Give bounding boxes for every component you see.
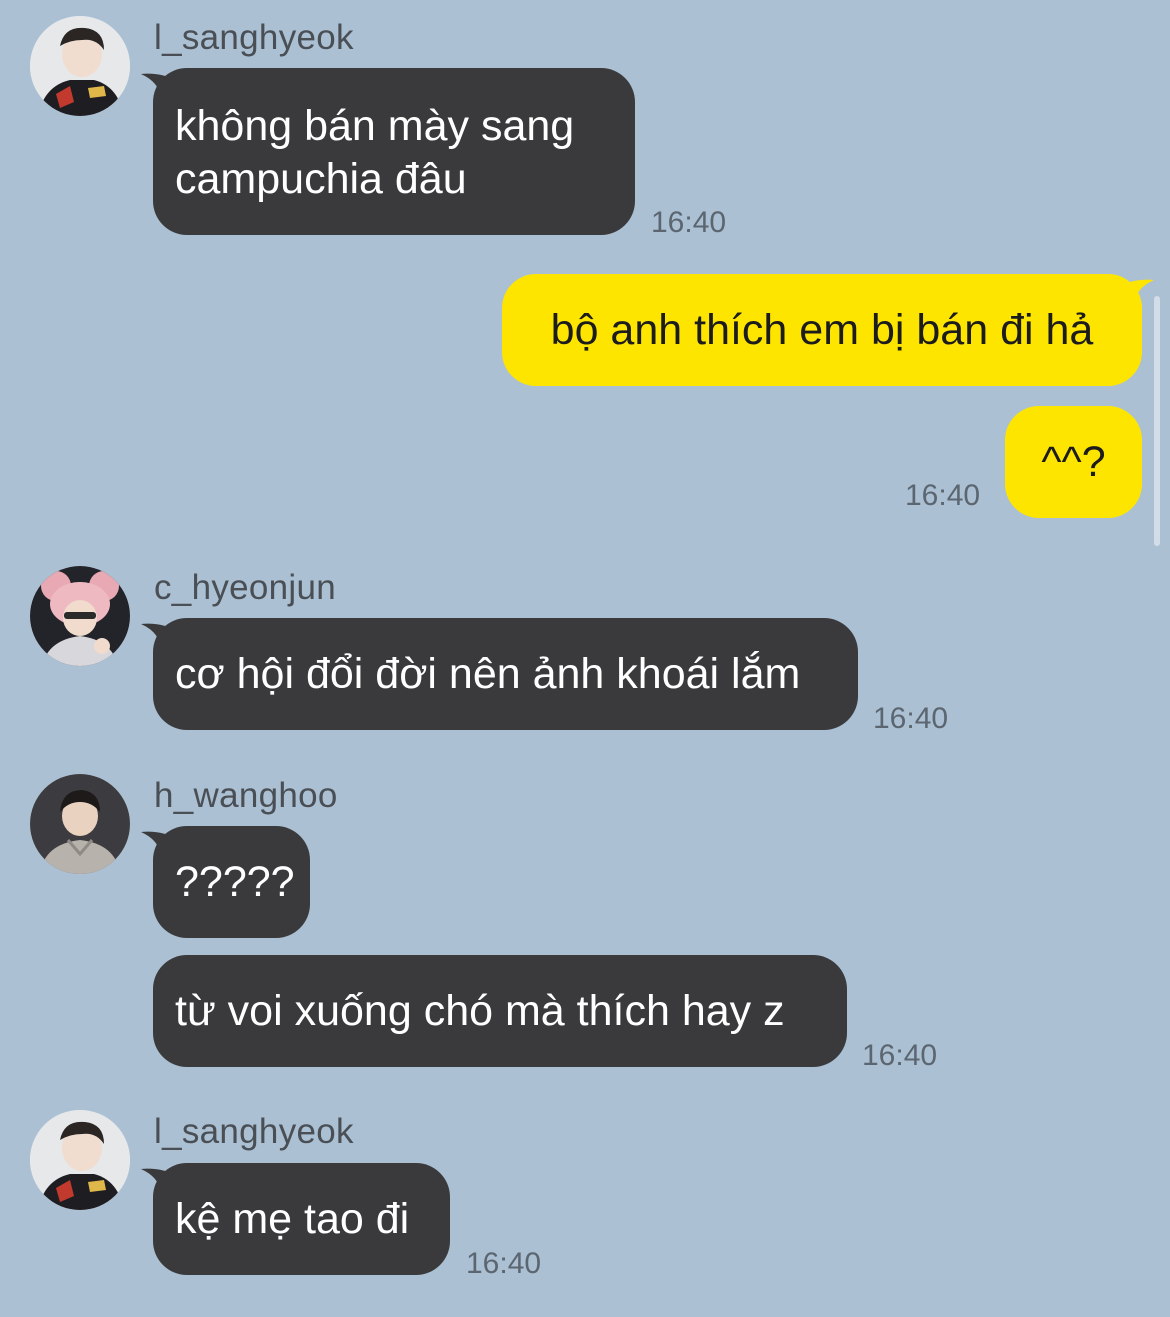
message-text: ^^? xyxy=(1041,438,1106,486)
message-timestamp: 16:40 xyxy=(905,479,981,512)
avatar-l-sanghyeok[interactable] xyxy=(30,1110,130,1210)
message-timestamp: 16:40 xyxy=(466,1247,542,1280)
sender-name: c_hyeonjun xyxy=(154,568,337,607)
avatar-photo-icon xyxy=(30,566,130,666)
avatar-photo-icon xyxy=(30,1110,130,1210)
avatar-l-sanghyeok[interactable] xyxy=(30,16,130,116)
bubble-tail xyxy=(141,831,181,856)
scrollbar[interactable] xyxy=(1154,296,1160,546)
message-bubble-outgoing[interactable]: bộ anh thích em bị bán đi hả xyxy=(502,274,1154,386)
sender-name: h_wanghoo xyxy=(154,776,338,815)
bubble-tail xyxy=(141,623,181,648)
message-text: kệ mẹ tao đi xyxy=(175,1195,410,1243)
message-bubble-incoming[interactable]: ????? xyxy=(141,826,310,938)
message-bubble-incoming[interactable]: không bán mày sang campuchia đâu xyxy=(141,68,635,235)
bubble-tail xyxy=(141,73,181,98)
avatar-photo-icon xyxy=(30,774,130,874)
message-text-line: campuchia đâu xyxy=(175,155,467,203)
avatar-h-wanghoo[interactable] xyxy=(30,774,130,874)
message-text: từ voi xuống chó mà thích hay z xyxy=(175,987,785,1035)
message-bubble-outgoing[interactable]: ^^? xyxy=(1005,406,1142,518)
bubble-tail xyxy=(141,1168,181,1193)
message-timestamp: 16:40 xyxy=(873,702,949,735)
message-text-line: không bán mày sang xyxy=(175,102,575,150)
message-text: ????? xyxy=(175,858,295,906)
bubble-tail xyxy=(1114,279,1154,304)
avatar-c-hyeonjun[interactable] xyxy=(30,566,130,666)
message-bubble-incoming[interactable]: từ voi xuống chó mà thích hay z xyxy=(153,955,847,1067)
message-text: bộ anh thích em bị bán đi hả xyxy=(550,306,1094,354)
sender-name: l_sanghyeok xyxy=(154,18,354,57)
message-bubble-incoming[interactable]: cơ hội đổi đời nên ảnh khoái lắm xyxy=(141,618,858,730)
avatar-photo-icon xyxy=(30,16,130,116)
message-bubble-incoming[interactable]: kệ mẹ tao đi xyxy=(141,1163,450,1275)
sender-name: l_sanghyeok xyxy=(154,1112,354,1151)
message-text: cơ hội đổi đời nên ảnh khoái lắm xyxy=(175,650,801,698)
message-timestamp: 16:40 xyxy=(862,1039,938,1072)
message-timestamp: 16:40 xyxy=(651,206,727,239)
